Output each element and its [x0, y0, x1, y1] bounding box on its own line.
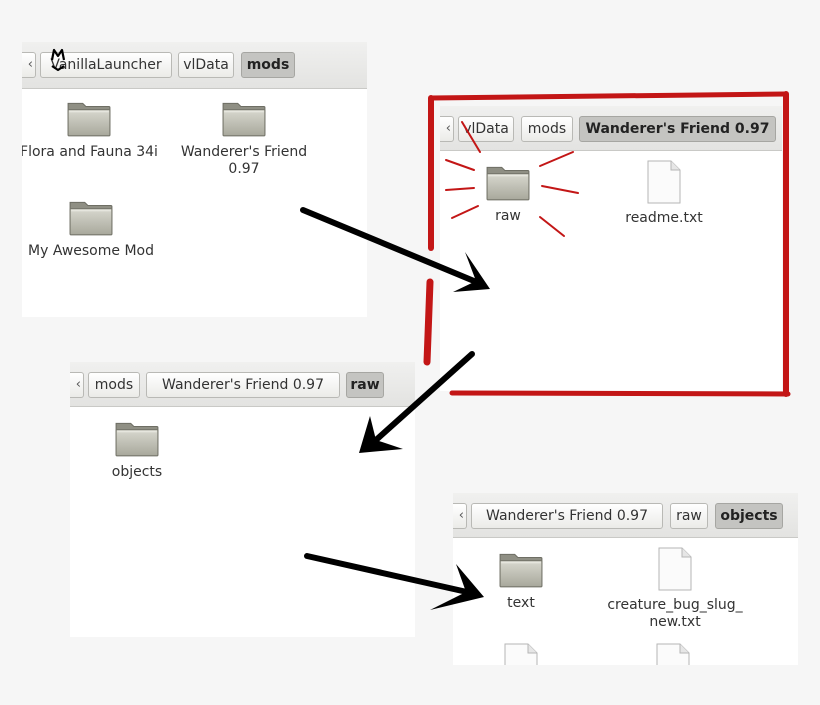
folder-label: text	[507, 595, 535, 611]
breadcrumb-vldata[interactable]: vlData	[458, 116, 514, 142]
breadcrumb-mods[interactable]: mods	[241, 52, 295, 78]
breadcrumb-wanderers-friend[interactable]: Wanderer's Friend 0.97	[146, 372, 340, 398]
text-file-icon	[654, 643, 692, 665]
folder-item[interactable]: objects	[70, 418, 207, 481]
chevron-left-icon[interactable]: ‹	[440, 116, 454, 142]
folder-icon	[485, 162, 531, 202]
folder-label: objects	[111, 464, 163, 480]
breadcrumb-wanderers-friend[interactable]: Wanderer's Friend 0.97	[579, 116, 776, 142]
path-bar: ‹ mods Wanderer's Friend 0.97 raw	[70, 362, 415, 407]
chevron-left-icon[interactable]: ‹	[453, 503, 467, 529]
folder-item[interactable]: My Awesome Mod	[22, 197, 161, 260]
file-item[interactable]	[603, 643, 743, 665]
file-browser-raw-panel: ‹ mods Wanderer's Friend 0.97 raw object…	[70, 362, 415, 637]
file-label: creature_bug_slug_ new.txt	[607, 597, 743, 630]
file-browser-mods-panel: ‹ VanillaLauncher vlData mods Flora and …	[22, 42, 367, 317]
folder-item[interactable]: Flora and Fauna 34i	[22, 98, 159, 161]
folder-icon	[221, 98, 267, 138]
text-file-icon	[502, 643, 540, 665]
folder-label: raw	[495, 208, 521, 224]
breadcrumb-vldata[interactable]: vlData	[178, 52, 234, 78]
breadcrumb-vanillalauncher[interactable]: VanillaLauncher	[40, 52, 172, 78]
file-item[interactable]	[453, 643, 591, 665]
file-item[interactable]: readme.txt	[594, 160, 734, 227]
folder-item[interactable]: text	[453, 549, 591, 612]
chevron-left-icon[interactable]: ‹	[22, 52, 36, 78]
folder-icon	[66, 98, 112, 138]
breadcrumb-wanderers-friend[interactable]: Wanderer's Friend 0.97	[471, 503, 663, 529]
path-bar: ‹ VanillaLauncher vlData mods	[22, 42, 367, 89]
folder-label: Wanderer's Friend 0.97	[180, 144, 308, 177]
breadcrumb-mods[interactable]: mods	[88, 372, 140, 398]
folder-item[interactable]: raw	[440, 162, 578, 225]
breadcrumb-raw[interactable]: raw	[670, 503, 708, 529]
folder-icon	[114, 418, 160, 458]
file-item[interactable]: creature_bug_slug_ new.txt	[605, 547, 745, 631]
folder-icon	[68, 197, 114, 237]
path-bar: ‹ Wanderer's Friend 0.97 raw objects	[453, 493, 798, 538]
text-file-icon	[656, 547, 694, 591]
text-file-icon	[645, 160, 683, 204]
breadcrumb-mods[interactable]: mods	[521, 116, 573, 142]
breadcrumb-raw[interactable]: raw	[346, 372, 384, 398]
file-browser-objects-panel: ‹ Wanderer's Friend 0.97 raw objects tex…	[453, 493, 798, 665]
file-browser-wanderers-friend-panel: ‹ vlData mods Wanderer's Friend 0.97 raw…	[440, 106, 782, 391]
folder-label: My Awesome Mod	[28, 243, 154, 259]
folder-label: Flora and Fauna 34i	[22, 144, 158, 160]
path-bar: ‹ vlData mods Wanderer's Friend 0.97	[440, 106, 782, 151]
folder-icon	[498, 549, 544, 589]
folder-item[interactable]: Wanderer's Friend 0.97	[174, 98, 314, 178]
chevron-left-icon[interactable]: ‹	[70, 372, 84, 398]
file-label: readme.txt	[625, 210, 703, 226]
breadcrumb-objects[interactable]: objects	[715, 503, 783, 529]
